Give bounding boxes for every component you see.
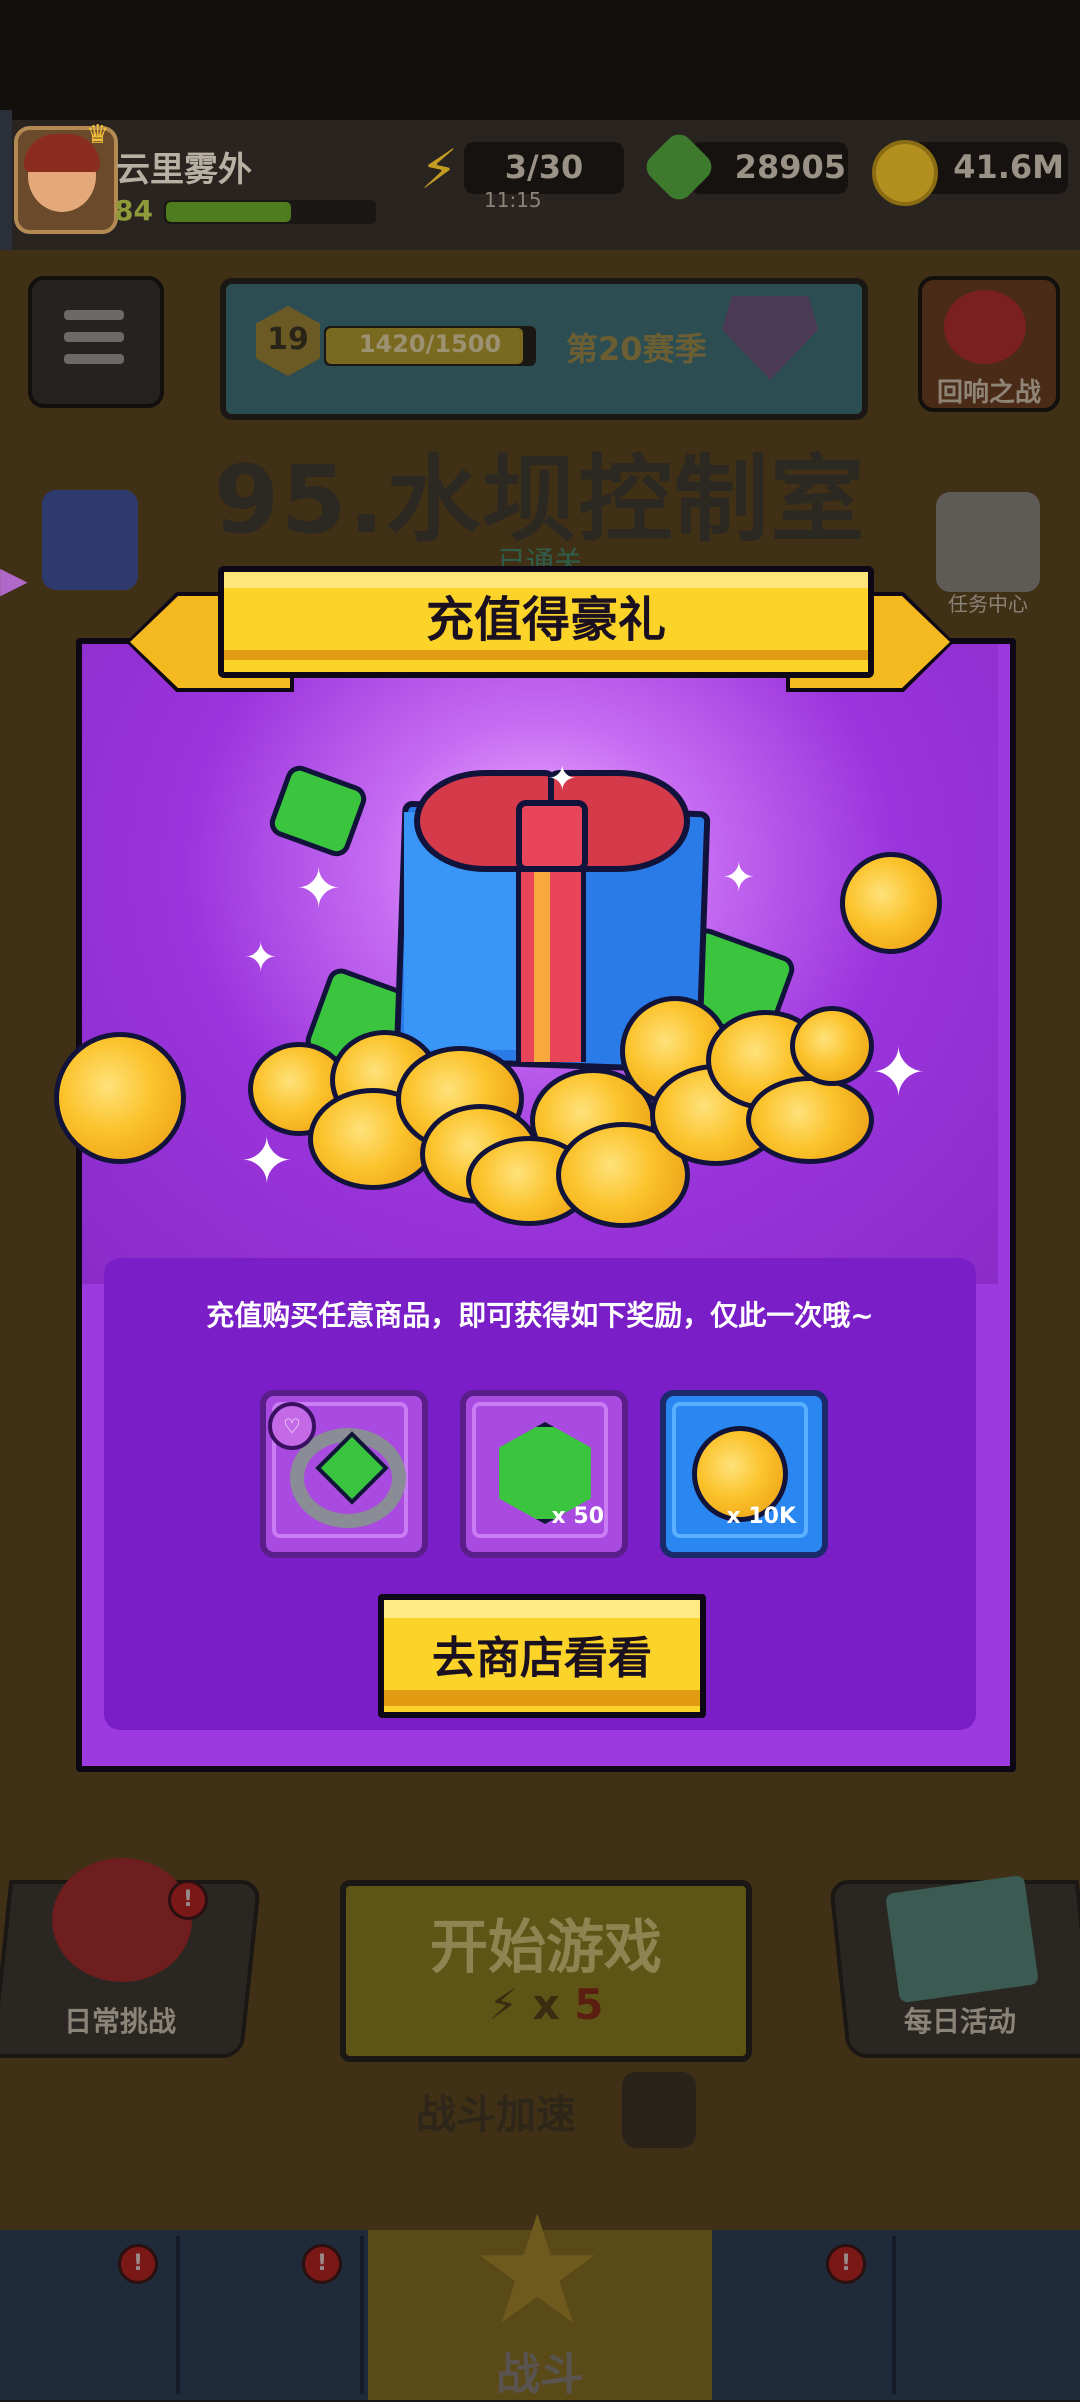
go-to-shop-label: 去商店看看 xyxy=(432,1633,652,1684)
sparkle-icon: ✦ xyxy=(548,759,577,799)
reward-qty: x 10K xyxy=(726,1504,796,1529)
ring-tag-icon: ♡ xyxy=(268,1402,316,1450)
banner-shadow xyxy=(224,650,868,660)
shop-button-shadow xyxy=(384,1690,700,1706)
coin-icon xyxy=(54,1032,186,1164)
modal-title: 充值得豪礼 xyxy=(425,592,666,648)
sparkle-icon: ✦ xyxy=(240,1125,294,1199)
coin-icon xyxy=(790,1006,874,1086)
sparkle-icon: ✦ xyxy=(722,855,756,901)
sparkle-icon: ✦ xyxy=(296,857,342,920)
coin-icon xyxy=(746,1076,874,1164)
gift-bow-knot xyxy=(516,800,588,872)
sparkle-icon: ✦ xyxy=(870,1034,927,1113)
shop-button-highlight xyxy=(384,1600,700,1618)
reward-description: 充值购买任意商品，即可获得如下奖励，仅此一次哦~ xyxy=(206,1299,874,1332)
sparkle-icon: ✦ xyxy=(244,935,278,981)
reward-qty: x 50 xyxy=(551,1504,604,1529)
coin-icon xyxy=(840,852,942,954)
